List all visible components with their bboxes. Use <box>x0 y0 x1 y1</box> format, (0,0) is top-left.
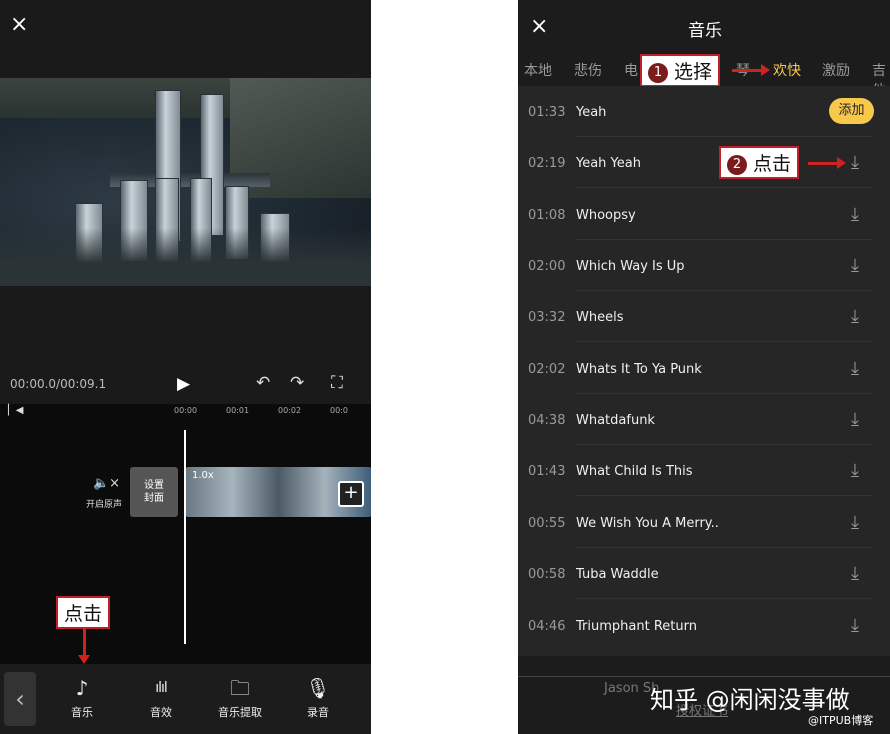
download-icon[interactable]: ⤓ <box>851 512 859 533</box>
play-icon[interactable]: ▶ <box>177 374 190 394</box>
video-preview[interactable] <box>0 78 371 286</box>
fullscreen-icon[interactable]: ⛶ <box>331 373 343 393</box>
watermark: 知乎 @闲闲没事做 <box>650 686 850 714</box>
ruler-tick: 00:00 <box>174 406 198 415</box>
ruler-tick: 00:02 <box>278 406 302 415</box>
track-name: Yeah <box>576 105 607 120</box>
list-item[interactable]: 03:32 Wheels ⤓ <box>518 291 890 342</box>
music-note-icon: ♪ <box>75 676 89 700</box>
watermark: @ITPUB博客 <box>808 714 874 727</box>
list-item[interactable]: 00:55 We Wish You A Merry.. ⤓ <box>518 497 890 548</box>
speed-badge: 1.0x <box>192 470 214 481</box>
sound-effect-tool-button[interactable]: ılıl 音效 <box>131 676 191 720</box>
close-icon[interactable]: × <box>530 14 548 39</box>
annotation-arrow <box>78 628 90 664</box>
jump-to-start-icon[interactable]: ▏◀ <box>8 405 23 416</box>
download-icon[interactable]: ⤓ <box>851 204 859 225</box>
step-number: 2 <box>727 154 747 175</box>
track-name: Wheels <box>576 310 624 325</box>
time-display: 00:00.0/00:09.1 <box>10 377 107 391</box>
list-item[interactable]: 02:00 Which Way Is Up ⤓ <box>518 240 890 291</box>
track-name: What Child Is This <box>576 464 693 479</box>
tab-local[interactable]: 本地 <box>524 60 552 80</box>
download-icon[interactable]: ⤓ <box>851 306 859 327</box>
track-duration: 02:00 <box>528 259 566 274</box>
track-duration: 04:46 <box>528 619 566 634</box>
set-cover-button[interactable]: 设置 封面 <box>130 467 178 517</box>
track-duration: 04:38 <box>528 413 566 428</box>
track-duration: 00:58 <box>528 567 566 582</box>
divider <box>518 676 890 677</box>
folder-icon: 🗀 <box>230 676 250 700</box>
tool-label: 音效 <box>150 706 172 719</box>
track-name: Whats It To Ya Punk <box>576 362 702 377</box>
extract-music-tool-button[interactable]: 🗀 音乐提取 <box>210 676 270 720</box>
tab-sad[interactable]: 悲伤 <box>574 60 602 80</box>
annotation-callout-select: 1 选择 <box>640 54 721 87</box>
back-icon[interactable]: ‹ <box>4 672 36 726</box>
add-track-button[interactable]: 添加 <box>829 98 874 124</box>
download-icon[interactable]: ⤓ <box>851 615 859 636</box>
undo-icon[interactable]: ↶ <box>256 373 270 393</box>
list-item[interactable]: 04:46 Triumphant Return ⤓ <box>518 600 890 651</box>
download-icon[interactable]: ⤓ <box>851 358 859 379</box>
ruler-tick: 00:0 <box>330 406 348 415</box>
list-item[interactable]: 01:08 Whoopsy ⤓ <box>518 189 890 240</box>
list-item[interactable]: 02:02 Whats It To Ya Punk ⤓ <box>518 343 890 394</box>
record-tool-button[interactable]: 🎙 录音 <box>288 676 348 720</box>
track-duration: 01:43 <box>528 464 566 479</box>
download-icon[interactable]: ⤓ <box>851 460 859 481</box>
list-item[interactable]: 04:38 Whatdafunk ⤓ <box>518 394 890 445</box>
ruler-tick: 00:01 <box>226 406 250 415</box>
track-name: We Wish You A Merry.. <box>576 516 719 531</box>
download-icon[interactable]: ⤓ <box>851 255 859 276</box>
annotation-callout-tap: 2 点击 <box>719 146 800 179</box>
track-duration: 02:02 <box>528 362 566 377</box>
playhead[interactable] <box>184 430 186 644</box>
track-name: Whatdafunk <box>576 413 655 428</box>
annotation-callout-tap: 点击 <box>56 596 111 629</box>
redo-icon[interactable]: ↷ <box>290 373 304 393</box>
callout-text: 点击 <box>753 153 792 175</box>
track-duration: 02:19 <box>528 156 566 171</box>
track-name: Tuba Waddle <box>576 567 659 582</box>
waveform-icon: ılıl <box>155 680 168 696</box>
track-name: Triumphant Return <box>576 619 697 634</box>
close-icon[interactable]: × <box>10 12 28 37</box>
download-icon[interactable]: ⤓ <box>851 152 859 173</box>
music-tool-button[interactable]: ♪ 音乐 <box>52 676 112 720</box>
tab-inspiring[interactable]: 激励 <box>822 60 850 80</box>
track-duration: 00:55 <box>528 516 566 531</box>
tool-label: 音乐 <box>71 706 93 719</box>
callout-text: 选择 <box>674 61 713 83</box>
add-clip-button[interactable]: + <box>338 481 364 507</box>
step-number: 1 <box>648 62 668 83</box>
list-item[interactable]: 01:43 What Child Is This ⤓ <box>518 445 890 496</box>
annotation-arrow <box>732 64 770 76</box>
download-icon[interactable]: ⤓ <box>851 409 859 430</box>
tool-label: 音乐提取 <box>218 706 262 719</box>
track-name: Whoopsy <box>576 208 636 223</box>
tab-cheerful[interactable]: 欢快 <box>773 60 801 80</box>
page-title: 音乐 <box>688 21 722 41</box>
track-name: Yeah Yeah <box>576 156 641 171</box>
mute-label[interactable]: 开启原声 <box>86 497 122 510</box>
track-name: Which Way Is Up <box>576 259 685 274</box>
list-item[interactable]: 00:58 Tuba Waddle ⤓ <box>518 548 890 599</box>
microphone-icon: 🎙 <box>305 676 331 700</box>
tool-label: 录音 <box>307 706 329 719</box>
track-duration: 01:08 <box>528 208 566 223</box>
annotation-arrow <box>808 157 846 169</box>
download-icon[interactable]: ⤓ <box>851 563 859 584</box>
tab-electronic[interactable]: 电 <box>624 60 638 80</box>
track-duration: 03:32 <box>528 310 566 325</box>
mute-icon[interactable]: 🔈× <box>93 476 120 491</box>
track-duration: 01:33 <box>528 105 566 120</box>
